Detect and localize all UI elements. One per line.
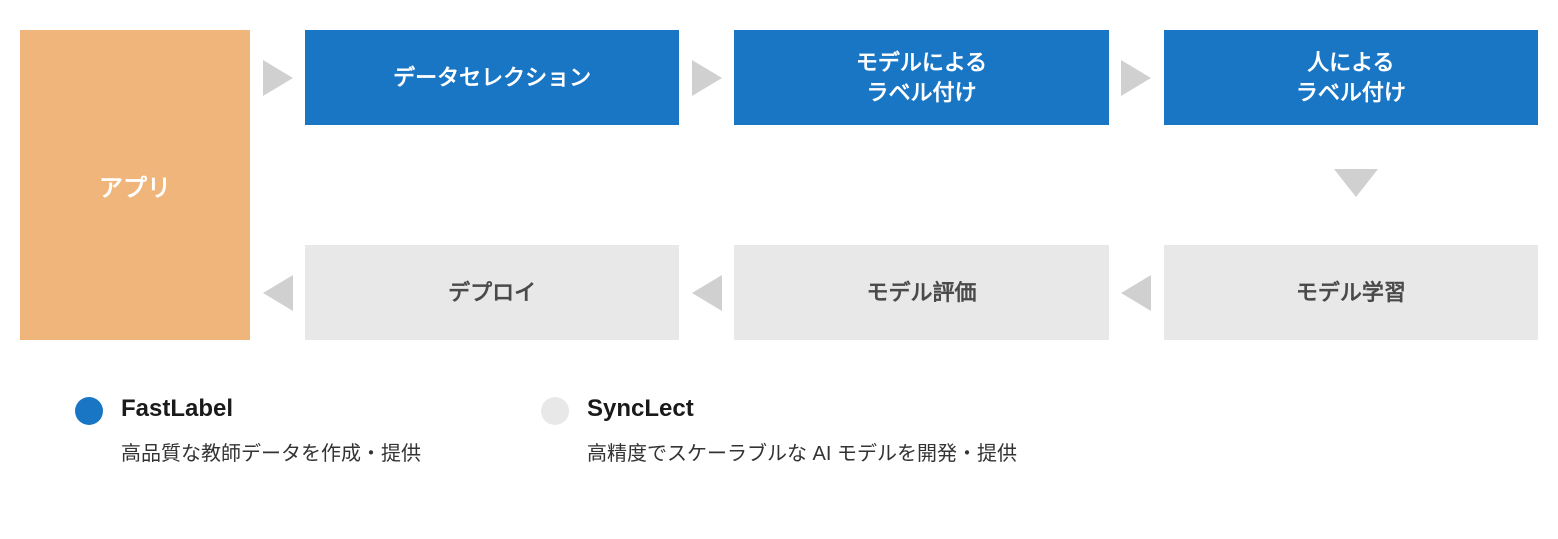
arrow-left-icon (1109, 275, 1164, 311)
step-data-selection: データセレクション (305, 30, 679, 125)
legend-item-synclect: SyncLect 高精度でスケーラブルな AI モデルを開発・提供 (541, 395, 1017, 466)
step-model-train: モデル学習 (1164, 245, 1538, 340)
workflow-diagram: アプリ データセレクション モデルによる ラベル付け 人による ラベル付け (20, 30, 1538, 340)
arrow-right-icon (679, 60, 734, 96)
arrow-left-icon (679, 275, 734, 311)
top-flow-row: データセレクション モデルによる ラベル付け 人による ラベル付け (250, 30, 1538, 125)
step-model-eval: モデル評価 (734, 245, 1108, 340)
flow-column: データセレクション モデルによる ラベル付け 人による ラベル付け (250, 30, 1538, 340)
step-label: 人による ラベル付け (1296, 48, 1406, 107)
arrow-left-icon (250, 275, 305, 311)
bottom-flow-row: デプロイ モデル評価 モデル学習 (250, 245, 1538, 340)
step-label: モデルによる ラベル付け (856, 48, 987, 107)
app-label: アプリ (99, 168, 171, 203)
step-model-labeling: モデルによる ラベル付け (734, 30, 1108, 125)
legend-text: SyncLect 高精度でスケーラブルな AI モデルを開発・提供 (587, 395, 1017, 466)
down-arrow-row (250, 158, 1538, 213)
legend-desc: 高精度でスケーラブルな AI モデルを開発・提供 (587, 437, 1017, 466)
legend-item-fastlabel: FastLabel 高品質な教師データを作成・提供 (75, 395, 421, 466)
step-label: モデル学習 (1296, 278, 1406, 308)
legend-text: FastLabel 高品質な教師データを作成・提供 (121, 395, 421, 466)
legend-title: SyncLect (587, 395, 1017, 423)
legend-title: FastLabel (121, 395, 421, 423)
app-box: アプリ (20, 30, 250, 340)
legend-dot-blue-icon (75, 397, 103, 425)
legend-dot-grey-icon (541, 397, 569, 425)
step-human-labeling: 人による ラベル付け (1164, 30, 1538, 125)
step-label: デプロイ (448, 278, 536, 308)
step-label: データセレクション (393, 63, 591, 93)
arrow-down-icon (1334, 169, 1378, 202)
step-deploy: デプロイ (305, 245, 679, 340)
arrow-right-icon (1109, 60, 1164, 96)
step-label: モデル評価 (866, 278, 976, 308)
legend: FastLabel 高品質な教師データを作成・提供 SyncLect 高精度でス… (20, 395, 1538, 466)
legend-desc: 高品質な教師データを作成・提供 (121, 437, 421, 466)
arrow-right-icon (250, 60, 305, 96)
